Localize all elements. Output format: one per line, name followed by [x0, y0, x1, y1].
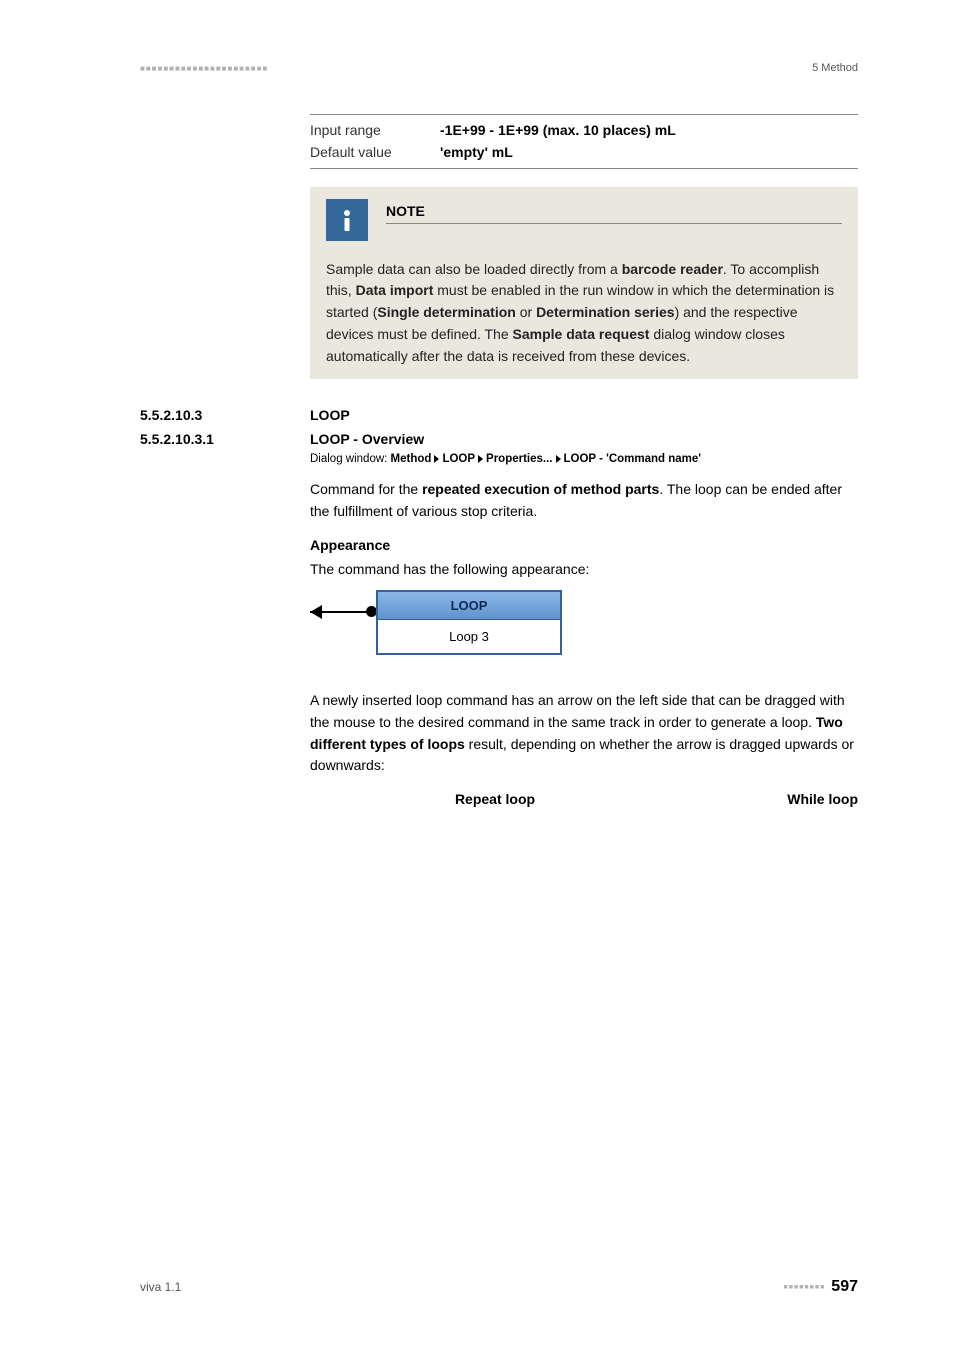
intro-paragraph: Command for the repeated execution of me… [310, 479, 858, 522]
text: Command for the [310, 481, 422, 497]
param-label: Default value [310, 141, 440, 163]
loop-types-row: Repeat loop While loop [310, 791, 858, 807]
text: A newly inserted loop command has an arr… [310, 692, 845, 730]
dialog-prefix: Dialog window: [310, 453, 391, 465]
loop-box-body: Loop 3 [378, 620, 560, 653]
note-bold: Single determination [377, 304, 515, 320]
note-title: NOTE [386, 203, 842, 224]
loop-explanation: A newly inserted loop command has an arr… [310, 690, 858, 777]
dialog-part: LOOP [442, 453, 475, 465]
section-body: Dialog window: Method LOOP Properties... LO… [310, 453, 858, 807]
page-header: ■■■■■■■■■■■■■■■■■■■■■■ 5 Method [140, 62, 858, 74]
note-body: Sample data can also be loaded directly … [326, 259, 842, 367]
dialog-part: Properties... [486, 453, 552, 465]
param-row-input-range: Input range -1E+99 - 1E+99 (max. 10 plac… [310, 119, 858, 141]
note-bold: Data import [356, 282, 434, 298]
note-bold: barcode reader [622, 261, 723, 277]
note-bold: Sample data request [513, 326, 650, 342]
appearance-text: The command has the following appearance… [310, 559, 858, 581]
footer-product: viva 1.1 [140, 1280, 181, 1294]
loop-type-while: While loop [680, 791, 858, 807]
section-number: 5.5.2.10.3.1 [140, 431, 310, 447]
param-row-default-value: Default value 'empty' mL [310, 141, 858, 163]
loop-box: LOOP Loop 3 [376, 590, 562, 655]
appearance-heading: Appearance [310, 537, 858, 553]
footer-right: ■■■■■■■■ 597 [783, 1278, 858, 1296]
parameter-block: Input range -1E+99 - 1E+99 (max. 10 plac… [310, 114, 858, 169]
triangle-separator-icon [434, 455, 439, 463]
section-number: 5.5.2.10.3 [140, 407, 310, 423]
page-footer: viva 1.1 ■■■■■■■■ 597 [140, 1278, 858, 1296]
dialog-part: LOOP - 'Command name' [564, 453, 702, 465]
info-icon [326, 199, 368, 241]
param-table-area: Input range -1E+99 - 1E+99 (max. 10 plac… [310, 114, 858, 379]
header-section-label: 5 Method [812, 62, 858, 74]
header-ornament-left: ■■■■■■■■■■■■■■■■■■■■■■ [140, 64, 268, 73]
section-heading-loop-overview: 5.5.2.10.3.1 LOOP - Overview [140, 431, 858, 447]
arrow-line [310, 611, 372, 613]
bold: repeated execution of method parts [422, 481, 659, 497]
page-number: 597 [831, 1278, 858, 1296]
param-value: 'empty' mL [440, 141, 513, 163]
param-value: -1E+99 - 1E+99 (max. 10 places) mL [440, 119, 676, 141]
note-bold: Determination series [536, 304, 675, 320]
note-callout: NOTE Sample data can also be loaded dire… [310, 187, 858, 379]
section-title: LOOP - Overview [310, 431, 424, 447]
triangle-separator-icon [478, 455, 483, 463]
section-heading-loop: 5.5.2.10.3 LOOP [140, 407, 858, 423]
dialog-window-path: Dialog window: Method LOOP Properties... LO… [310, 453, 858, 465]
section-title: LOOP [310, 407, 350, 423]
loop-command-illustration: LOOP Loop 3 [310, 590, 570, 672]
note-text: Sample data can also be loaded directly … [326, 261, 622, 277]
dialog-part: Method [391, 453, 432, 465]
loop-type-repeat: Repeat loop [310, 791, 680, 807]
note-text: or [516, 304, 536, 320]
triangle-separator-icon [556, 455, 561, 463]
footer-ornament: ■■■■■■■■ [783, 1284, 825, 1291]
param-label: Input range [310, 119, 440, 141]
loop-box-header: LOOP [378, 592, 560, 620]
note-header: NOTE [326, 199, 842, 241]
